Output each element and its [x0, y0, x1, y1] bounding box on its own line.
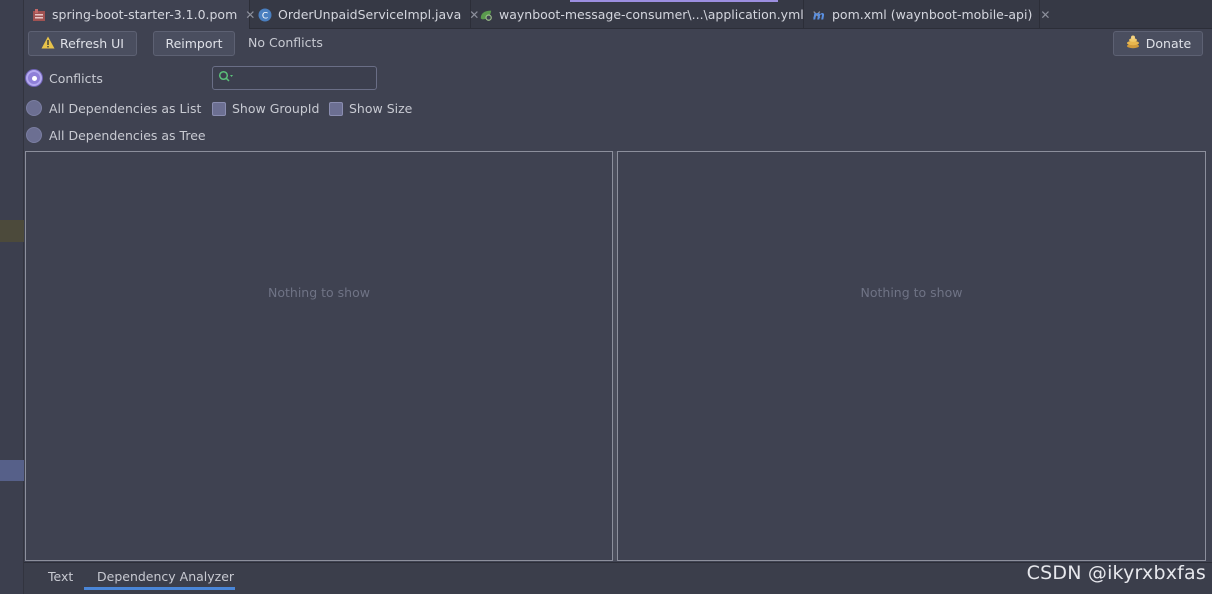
- radio-conflicts[interactable]: Conflicts: [26, 70, 103, 86]
- tab-pom-xml-mobile-api[interactable]: m pom.xml (waynboot-mobile-api) ✕: [804, 0, 1050, 29]
- radio-all-dependencies-tree[interactable]: All Dependencies as Tree: [26, 127, 206, 143]
- radio-label: Conflicts: [49, 70, 103, 86]
- java-class-icon: C: [258, 8, 272, 22]
- search-input[interactable]: [238, 71, 368, 85]
- tab-label: waynboot-message-consumer\...\applicatio…: [499, 7, 804, 22]
- tab-label: spring-boot-starter-3.1.0.pom: [52, 7, 238, 22]
- left-dependency-panel[interactable]: Nothing to show: [25, 151, 613, 561]
- close-icon[interactable]: ✕: [1040, 8, 1050, 22]
- maven-m-icon: m: [812, 8, 826, 22]
- conflict-status-text: No Conflicts: [248, 35, 323, 50]
- empty-state-text: Nothing to show: [860, 284, 963, 300]
- warning-icon: [41, 36, 55, 52]
- refresh-ui-button[interactable]: Refresh UI: [28, 31, 137, 56]
- tab-order-unpaid-service-impl[interactable]: C OrderUnpaidServiceImpl.java ✕: [250, 0, 479, 29]
- svg-text:m: m: [813, 8, 825, 22]
- empty-state-text: Nothing to show: [268, 284, 370, 300]
- tab-spring-boot-starter-pom[interactable]: spring-boot-starter-3.1.0.pom ✕: [24, 0, 255, 29]
- tab-accent-line: [570, 0, 778, 2]
- maven-pom-icon: [32, 8, 46, 22]
- reimport-label: Reimport: [165, 36, 223, 51]
- show-groupid-label: Show GroupId: [232, 101, 320, 116]
- show-groupid-option[interactable]: Show GroupId: [212, 101, 319, 116]
- radio-label: All Dependencies as List: [49, 100, 202, 116]
- gutter-highlight-yellow: [0, 220, 24, 242]
- radio-button[interactable]: [26, 100, 42, 116]
- show-size-checkbox[interactable]: [329, 101, 343, 116]
- show-groupid-checkbox[interactable]: [212, 101, 226, 116]
- right-dependency-panel[interactable]: Nothing to show: [617, 151, 1206, 561]
- tab-dependency-analyzer[interactable]: Dependency Analyzer: [97, 569, 234, 584]
- radio-button-selected[interactable]: [26, 70, 42, 86]
- watermark-text: CSDN @ikyrxbxfas: [1026, 562, 1206, 584]
- tab-text[interactable]: Text: [48, 569, 73, 584]
- spring-yml-icon: [479, 8, 493, 22]
- donate-button[interactable]: Donate: [1113, 31, 1203, 56]
- reimport-button[interactable]: Reimport: [153, 31, 235, 56]
- tab-application-yml[interactable]: waynboot-message-consumer\...\applicatio…: [471, 0, 822, 29]
- coin-stack-icon: [1125, 35, 1141, 52]
- active-tab-indicator: [84, 587, 235, 590]
- tab-label: pom.xml (waynboot-mobile-api): [832, 7, 1033, 22]
- radio-all-dependencies-list[interactable]: All Dependencies as List: [26, 100, 201, 116]
- radio-label: All Dependencies as Tree: [49, 127, 206, 143]
- show-size-label: Show Size: [349, 101, 413, 116]
- editor-tab-bar: spring-boot-starter-3.1.0.pom ✕ C OrderU…: [24, 0, 1212, 29]
- svg-text:C: C: [262, 11, 268, 21]
- show-size-option[interactable]: Show Size: [329, 101, 412, 116]
- refresh-ui-label: Refresh UI: [59, 36, 124, 51]
- gutter-highlight-blue: [0, 460, 24, 481]
- search-field[interactable]: [212, 66, 377, 90]
- editor-gutter: [0, 0, 24, 594]
- search-icon: [218, 70, 234, 86]
- tab-label: OrderUnpaidServiceImpl.java: [278, 7, 462, 22]
- donate-label: Donate: [1145, 36, 1192, 51]
- radio-button[interactable]: [26, 127, 42, 143]
